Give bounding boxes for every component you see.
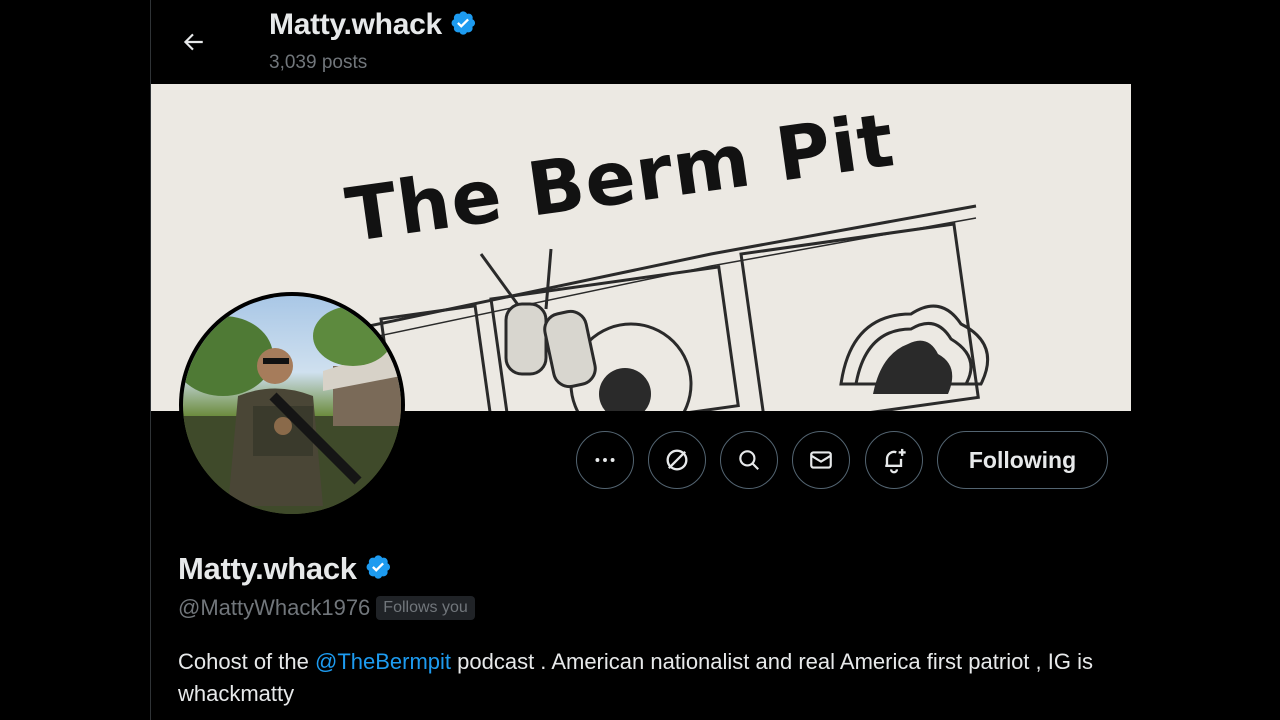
grok-button[interactable]	[648, 431, 706, 489]
bio-text-prefix: Cohost of the	[178, 649, 315, 674]
search-button[interactable]	[720, 431, 778, 489]
avatar-photo	[183, 296, 401, 514]
message-button[interactable]	[792, 431, 850, 489]
mail-icon	[810, 451, 832, 469]
avatar[interactable]	[179, 292, 405, 518]
following-button[interactable]: Following	[937, 431, 1108, 489]
profile-name-row: Matty.whack	[178, 551, 392, 587]
header-title: Matty.whack	[269, 8, 477, 42]
notifications-button[interactable]	[865, 431, 923, 489]
profile-bio: Cohost of the @TheBermpit podcast . Amer…	[178, 646, 1108, 710]
profile-handle: @MattyWhack1976	[178, 595, 371, 620]
more-button[interactable]	[576, 431, 634, 489]
search-icon	[739, 450, 759, 470]
handle-row: @MattyWhack1976 Follows you	[178, 595, 475, 621]
profile-display-name: Matty.whack	[178, 551, 357, 586]
verified-badge-icon[interactable]	[364, 553, 392, 586]
avatar-figure	[183, 306, 401, 514]
grok-icon	[666, 449, 688, 471]
posts-count: 3,039 posts	[269, 52, 368, 73]
more-horizontal-icon	[595, 458, 615, 462]
back-button[interactable]	[173, 22, 213, 62]
arrow-left-icon	[183, 33, 203, 51]
bio-mention-link[interactable]: @TheBermpit	[315, 649, 451, 674]
profile-column: Matty.whack 3,039 posts The Berm Pit Fol…	[150, 0, 1131, 720]
verified-badge-icon	[449, 9, 477, 42]
follows-you-badge: Follows you	[376, 596, 475, 620]
header-display-name: Matty.whack	[269, 8, 442, 41]
bell-plus-icon	[885, 448, 906, 474]
